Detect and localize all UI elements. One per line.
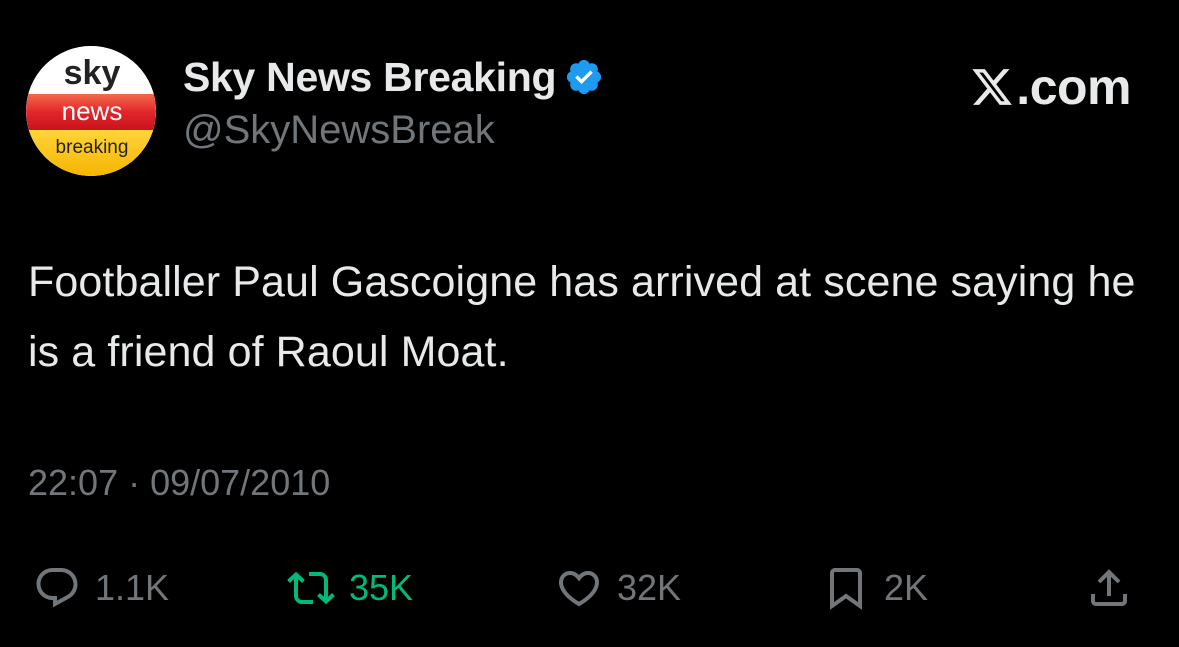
avatar-line3: breaking	[56, 137, 129, 158]
like-count: 32K	[617, 567, 682, 608]
retweet-button[interactable]: 35K	[287, 560, 413, 616]
avatar-line2: news	[62, 96, 123, 126]
display-name[interactable]: Sky News Breaking	[183, 54, 557, 101]
reply-icon	[33, 564, 81, 612]
avatar[interactable]: sky news breaking	[26, 46, 156, 176]
tweet-text: Footballer Paul Gascoigne has arrived at…	[28, 258, 1136, 376]
reply-button[interactable]: 1.1K	[33, 560, 169, 616]
reply-count: 1.1K	[95, 567, 170, 608]
retweet-icon	[287, 564, 335, 612]
bookmark-button[interactable]: 2K	[822, 560, 928, 616]
x-com-brand: .com	[970, 58, 1131, 116]
heart-icon	[555, 564, 603, 612]
bookmark-icon	[822, 564, 870, 612]
author-name-row: Sky News Breaking	[183, 52, 604, 102]
share-icon	[1085, 564, 1133, 612]
retweet-count: 35K	[349, 567, 414, 608]
share-button[interactable]	[1085, 560, 1133, 616]
avatar-line1: sky	[64, 54, 121, 92]
sky-news-breaking-logo: sky news breaking	[26, 46, 156, 176]
tweet-card: sky news breaking Sky News Breaking @Sky…	[0, 0, 1179, 647]
like-button[interactable]: 32K	[555, 560, 681, 616]
tweet-timestamp[interactable]: 22:07 · 09/07/2010	[28, 462, 330, 504]
brand-domain-text: .com	[1016, 59, 1131, 115]
verified-badge-icon	[564, 57, 604, 97]
action-bar: 1.1K 35K 32K 2K	[0, 560, 1179, 620]
author-handle[interactable]: @SkyNewsBreak	[183, 108, 495, 153]
bookmark-count: 2K	[884, 567, 929, 608]
x-logo-icon	[970, 65, 1014, 109]
